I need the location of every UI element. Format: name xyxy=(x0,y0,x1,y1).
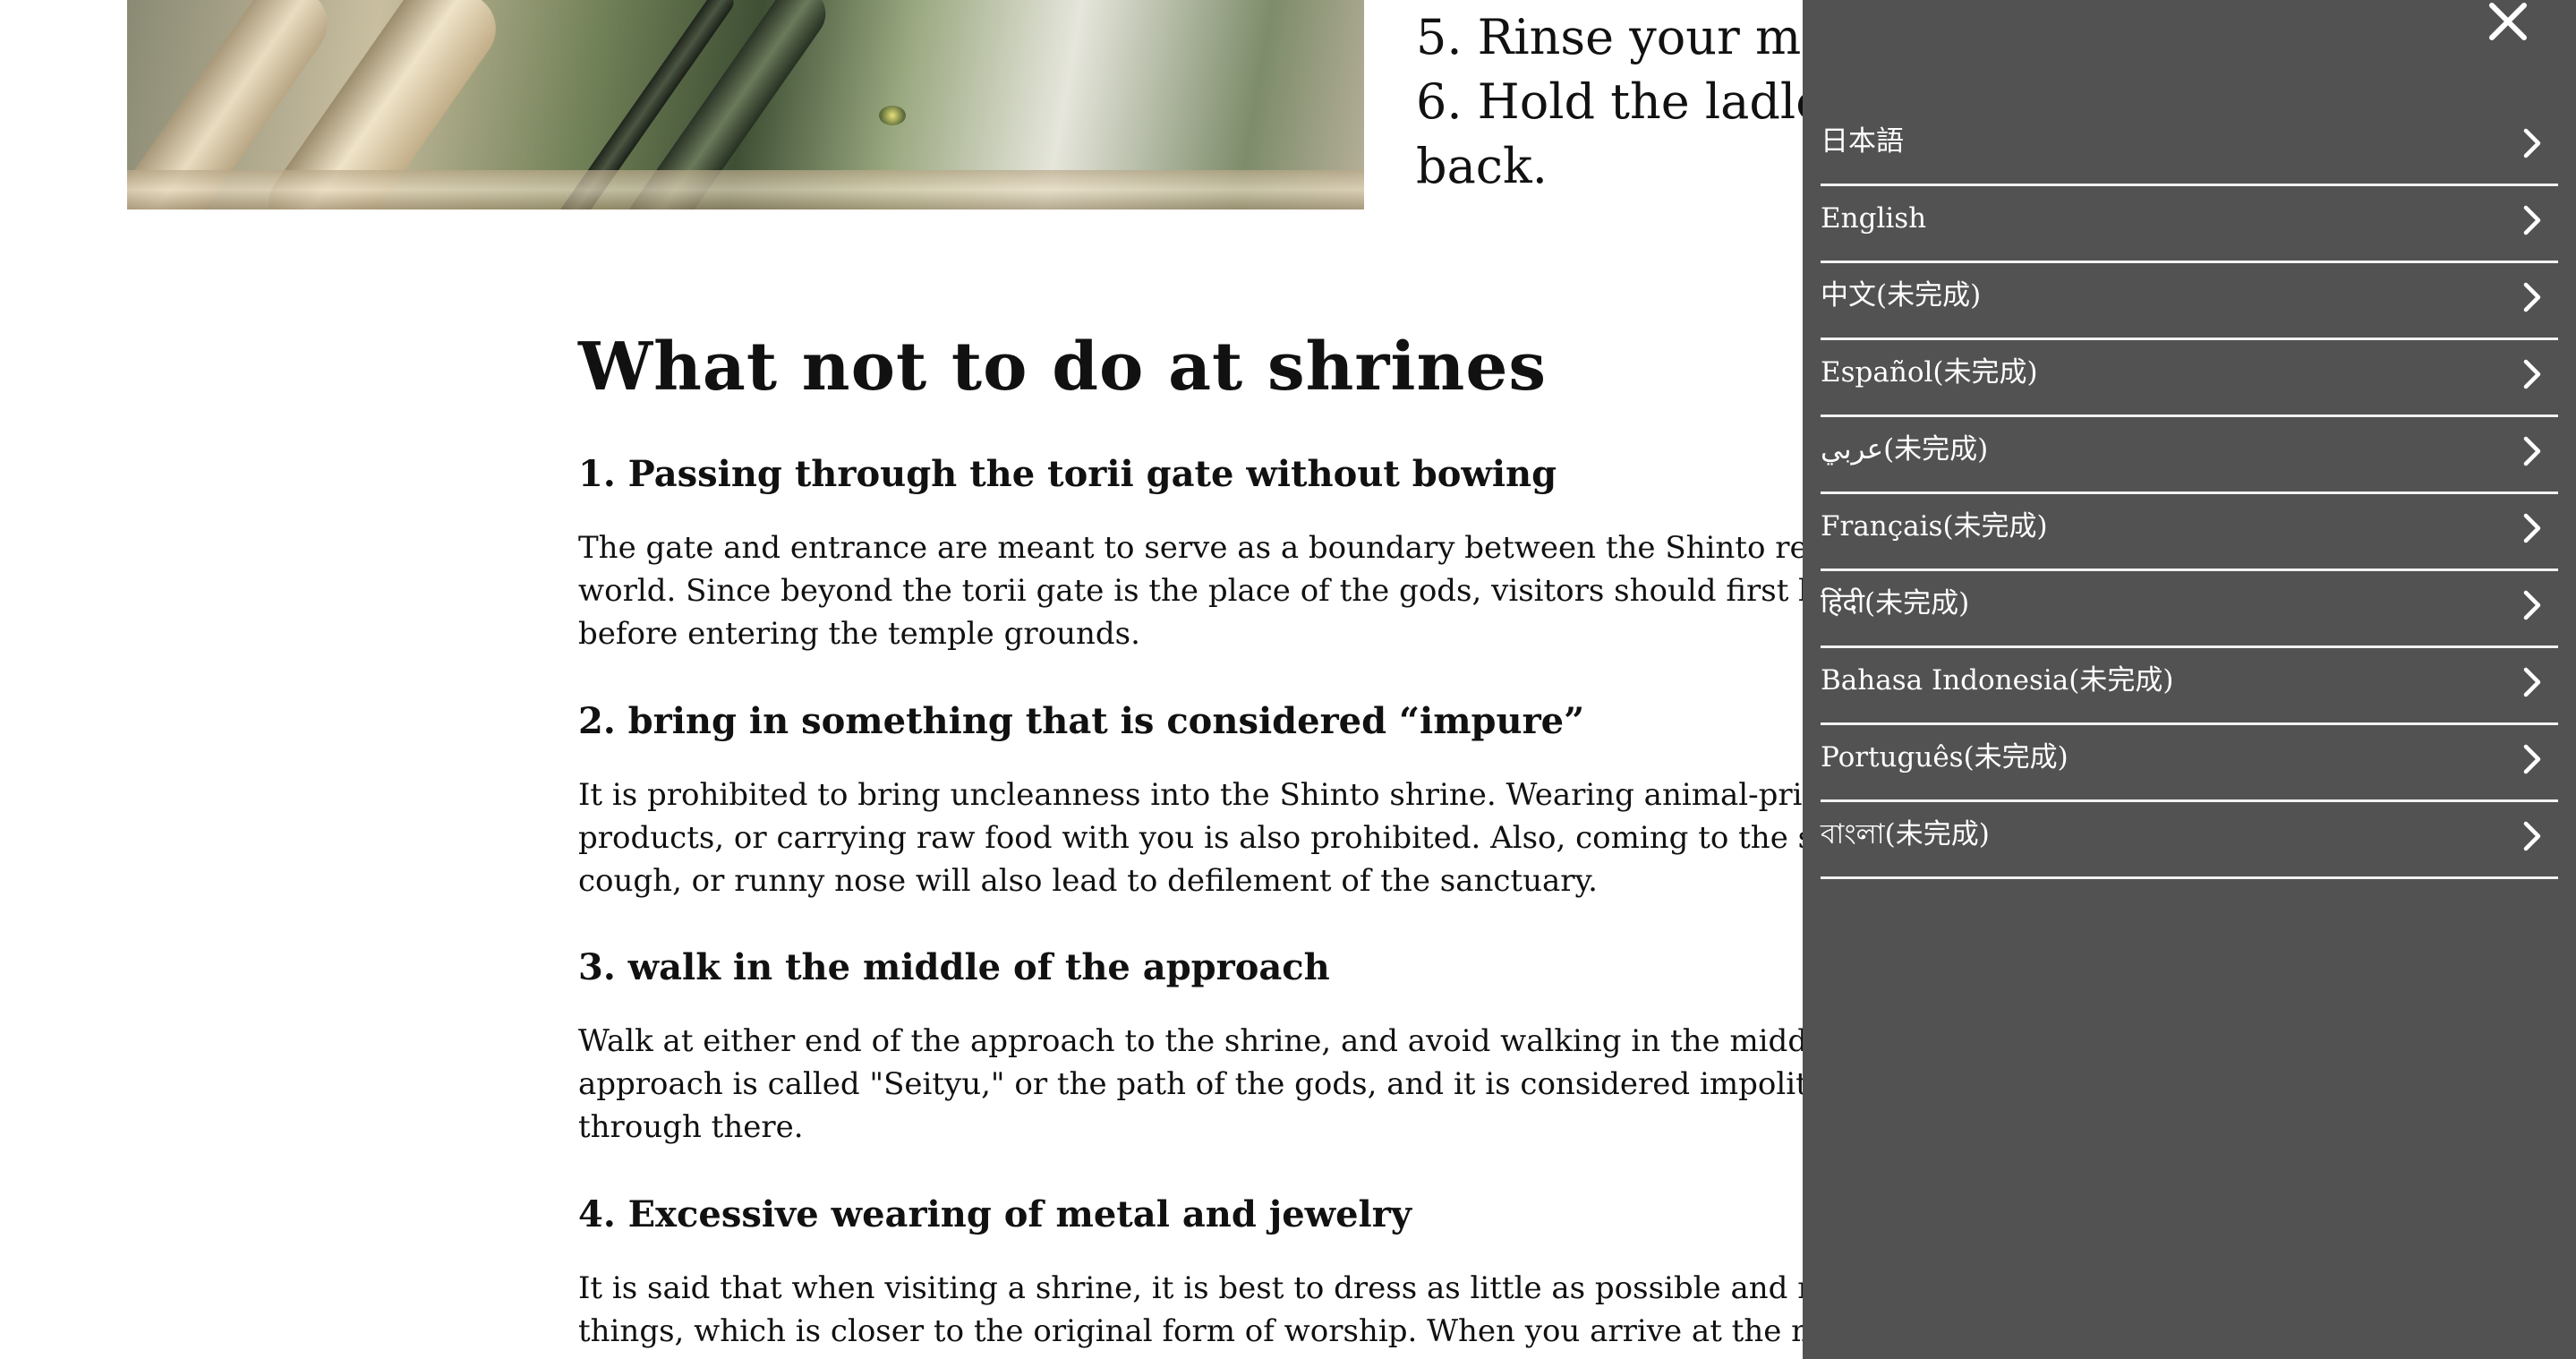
language-item-english[interactable]: English xyxy=(1821,186,2558,263)
language-item-french[interactable]: Français(未完成) xyxy=(1821,494,2558,571)
chevron-right-icon xyxy=(2523,590,2541,620)
photo-bamboo-rail xyxy=(127,170,1364,209)
chevron-right-icon xyxy=(2523,282,2541,312)
language-list: 日本語 English 中文(未完成) Español(未完成) عربي(未完… xyxy=(1821,109,2558,879)
language-label: عربي(未完成) xyxy=(1821,433,1989,466)
section-title: 2. bring in something that is considered… xyxy=(578,700,1585,742)
section-text-line: cough, or runny nose will also lead to d… xyxy=(578,863,1598,899)
chevron-right-icon xyxy=(2523,128,2541,158)
article-section: 3. walk in the middle of the approach Wa… xyxy=(578,941,1975,1149)
section-text-line: before entering the temple grounds. xyxy=(578,616,1140,652)
language-label: English xyxy=(1821,202,1927,235)
article-section: 1. Passing through the torii gate withou… xyxy=(578,448,1975,655)
language-item-indonesian[interactable]: Bahasa Indonesia(未完成) xyxy=(1821,648,2558,725)
chevron-right-icon xyxy=(2523,436,2541,466)
photo-water-glint xyxy=(879,106,906,125)
language-label: 中文(未完成) xyxy=(1821,279,1982,312)
section-text-line: world. Since beyond the torii gate is th… xyxy=(578,573,1975,609)
section-text-line: Walk at either end of the approach to th… xyxy=(578,1023,1958,1059)
chevron-right-icon xyxy=(2523,513,2541,543)
chevron-right-icon xyxy=(2523,359,2541,389)
language-item-chinese[interactable]: 中文(未完成) xyxy=(1821,263,2558,340)
section-text-line: It is prohibited to bring uncleanness in… xyxy=(578,777,1993,813)
language-label: हिंदी(未完成) xyxy=(1821,587,1970,620)
language-item-hindi[interactable]: हिंदी(未完成) xyxy=(1821,571,2558,648)
language-label: Português(未完成) xyxy=(1821,741,2068,774)
language-drawer: 日本語 English 中文(未完成) Español(未完成) عربي(未完… xyxy=(1803,0,2576,1359)
language-item-bengali[interactable]: বাংলা(未完成) xyxy=(1821,802,2558,879)
chevron-right-icon xyxy=(2523,744,2541,774)
water-basin-photo xyxy=(127,0,1364,209)
language-label: Français(未完成) xyxy=(1821,510,2048,543)
chevron-right-icon xyxy=(2523,821,2541,851)
chevron-right-icon xyxy=(2523,667,2541,697)
page-title: What not to do at shrines xyxy=(578,329,1548,406)
chevron-right-icon xyxy=(2523,205,2541,235)
section-text-line: It is said that when visiting a shrine, … xyxy=(578,1270,1983,1306)
language-label: বাংলা(未完成) xyxy=(1821,818,1990,850)
section-text-line: approach is called "Seityu," or the path… xyxy=(578,1066,1975,1102)
language-item-portuguese[interactable]: Português(未完成) xyxy=(1821,725,2558,802)
language-item-arabic[interactable]: عربي(未完成) xyxy=(1821,417,2558,494)
close-button[interactable] xyxy=(2485,0,2531,47)
language-item-spanish[interactable]: Español(未完成) xyxy=(1821,340,2558,417)
section-text-line: through there. xyxy=(578,1109,804,1145)
article-section: 4. Excessive wearing of metal and jewelr… xyxy=(578,1188,1983,1353)
language-label: 日本語 xyxy=(1821,125,1904,158)
section-text-line: things, which is closer to the original … xyxy=(578,1313,1975,1349)
language-label: Bahasa Indonesia(未完成) xyxy=(1821,664,2174,697)
language-label: Español(未完成) xyxy=(1821,356,2038,389)
close-icon xyxy=(2489,3,2527,40)
section-title: 3. walk in the middle of the approach xyxy=(578,946,1330,988)
section-text-line: products, or carrying raw food with you … xyxy=(578,820,1973,856)
section-title: 4. Excessive wearing of metal and jewelr… xyxy=(578,1193,1412,1235)
section-text-line: The gate and entrance are meant to serve… xyxy=(578,530,1974,566)
section-title: 1. Passing through the torii gate withou… xyxy=(578,453,1557,495)
article-section: 2. bring in something that is considered… xyxy=(578,695,1993,902)
language-item-japanese[interactable]: 日本語 xyxy=(1821,109,2558,186)
